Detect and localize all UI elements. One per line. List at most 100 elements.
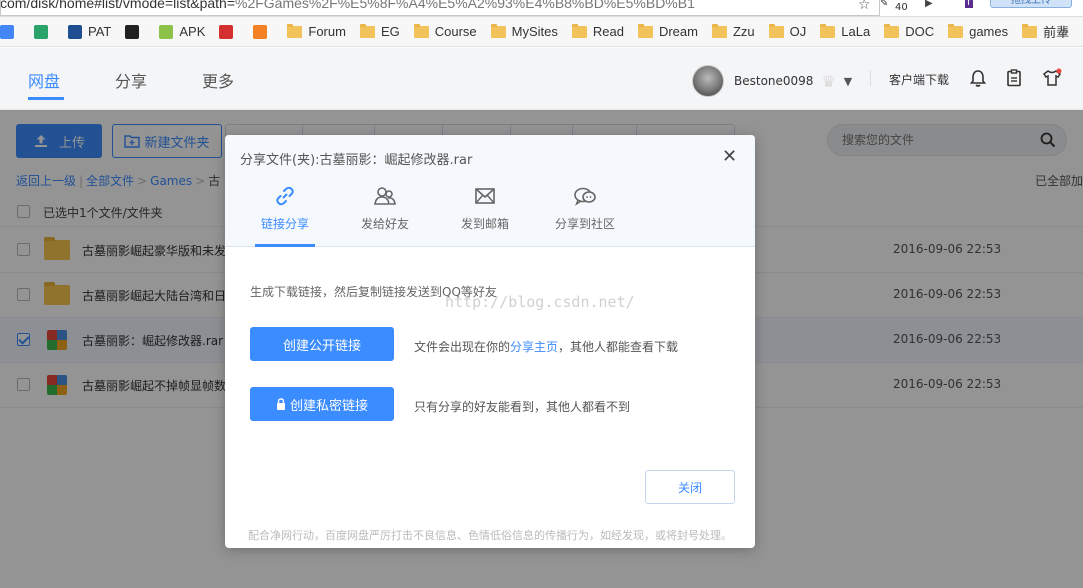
chat-bubbles-icon bbox=[574, 187, 596, 206]
bookmark-item[interactable] bbox=[0, 24, 20, 39]
public-note-prefix: 文件会出现在你的 bbox=[414, 340, 511, 354]
dialog-title: 分享文件(夹):古墓丽影：崛起修改器.rar bbox=[240, 153, 473, 168]
bookmark-item[interactable] bbox=[125, 24, 145, 39]
tab-send-friend-label: 发给好友 bbox=[360, 217, 409, 231]
folder-icon bbox=[711, 23, 727, 38]
bookmark-item[interactable]: Zzu bbox=[711, 23, 755, 39]
create-public-link-label: 创建公开链接 bbox=[282, 338, 361, 354]
bookmark-item[interactable]: LaLa bbox=[820, 23, 871, 39]
vip-crown-icon: ♛ bbox=[821, 71, 836, 91]
app-header: 网盘 分享 更多 Bestone0098 ♛ ▼ 客户端下载 bbox=[0, 48, 1083, 110]
bookmarks-overflow-icon[interactable]: » bbox=[1060, 24, 1069, 40]
folder-icon bbox=[884, 23, 900, 38]
create-private-link-label: 创建私密链接 bbox=[289, 398, 368, 414]
bookmark-label: Read bbox=[592, 24, 624, 39]
public-link-note: 文件会出现在你的分享主页，其他人都能查看下载 bbox=[414, 338, 678, 355]
bookmark-item[interactable]: games bbox=[948, 23, 1009, 39]
bookmark-label: APK bbox=[179, 24, 206, 39]
chevron-down-icon[interactable]: ▼ bbox=[844, 75, 852, 88]
nav-active-underline bbox=[28, 97, 64, 100]
clipboard-icon[interactable] bbox=[1004, 68, 1024, 88]
close-icon[interactable]: ✕ bbox=[722, 148, 737, 166]
tab-link-share-label: 链接分享 bbox=[260, 217, 309, 231]
dialog-footer-notice: 配合净网行动，百度网盘严厉打击不良信息、色情低俗信息的传播行为，如经发现，或将封… bbox=[248, 529, 732, 542]
folder-icon bbox=[359, 23, 375, 38]
private-link-note: 只有分享的好友能看到，其他人都看不到 bbox=[414, 400, 631, 414]
folder-icon bbox=[287, 23, 303, 38]
android-icon bbox=[159, 24, 174, 39]
bookmark-label: MySites bbox=[511, 24, 558, 39]
create-public-link-button[interactable]: 创建公开链接 bbox=[250, 327, 394, 361]
folder-icon bbox=[413, 23, 429, 38]
tab-share-community[interactable]: 分享到社区 bbox=[540, 185, 630, 232]
share-dialog: 分享文件(夹):古墓丽影：崛起修改器.rar ✕ 链接分享 发给好友 发到邮箱 … bbox=[225, 135, 755, 548]
folder-icon bbox=[490, 23, 506, 38]
username[interactable]: Bestone0098 bbox=[734, 74, 813, 88]
tab-link-share[interactable]: 链接分享 bbox=[240, 185, 330, 232]
tab-send-friend[interactable]: 发给好友 bbox=[340, 185, 430, 232]
client-download-link[interactable]: 客户端下载 bbox=[889, 71, 949, 88]
s-icon bbox=[34, 24, 48, 39]
blog-watermark: http://blog.csdn.net/ bbox=[445, 293, 635, 311]
bookmark-item[interactable]: Read bbox=[571, 23, 624, 39]
bookmark-label: LaLa bbox=[841, 24, 871, 39]
avatar[interactable] bbox=[692, 65, 724, 97]
address-frame bbox=[0, 0, 880, 16]
folder-icon bbox=[948, 23, 964, 38]
bookmark-item[interactable]: Course bbox=[413, 23, 477, 39]
github-icon bbox=[125, 24, 140, 39]
bookmark-label: Zzu bbox=[732, 24, 755, 39]
bookmark-item[interactable]: Dream bbox=[637, 23, 698, 39]
active-tab-underline bbox=[255, 244, 315, 247]
extension-icon[interactable]: ✎ bbox=[880, 0, 888, 9]
share-dialog-header: 分享文件(夹):古墓丽影：崛起修改器.rar ✕ 链接分享 发给好友 发到邮箱 … bbox=[225, 135, 755, 247]
bookmark-item[interactable]: OJ bbox=[768, 23, 806, 39]
folder-icon bbox=[1022, 23, 1038, 38]
apps-icon bbox=[0, 24, 14, 39]
tab-send-email-label: 发到邮箱 bbox=[460, 217, 509, 231]
bookmark-item[interactable] bbox=[34, 24, 54, 39]
bookmark-label: Dream bbox=[658, 24, 698, 39]
folder-icon bbox=[820, 23, 836, 38]
mail-icon bbox=[475, 188, 495, 204]
extension-f-icon[interactable]: f bbox=[965, 0, 973, 8]
tab-share-community-label: 分享到社区 bbox=[554, 217, 615, 231]
bookmark-item[interactable] bbox=[219, 24, 239, 39]
dialog-close-button[interactable]: 关闭 bbox=[645, 470, 735, 504]
bookmark-label: DOC bbox=[905, 24, 935, 39]
bookmark-item[interactable] bbox=[253, 24, 273, 39]
bookmark-label: Forum bbox=[308, 24, 346, 39]
folder-icon bbox=[637, 23, 653, 38]
bookmarks-bar: PAT APK Forum EG Course MySites Read Dream Zzu OJ… bbox=[0, 17, 1083, 47]
folder-icon bbox=[768, 23, 784, 38]
bookmark-item[interactable]: Forum bbox=[287, 23, 346, 39]
user-menu[interactable]: Bestone0098 ♛ ▼ bbox=[692, 65, 852, 97]
bookmark-label: Course bbox=[434, 24, 477, 39]
nav-share[interactable]: 分享 bbox=[115, 68, 147, 92]
stackoverflow-icon bbox=[253, 24, 268, 39]
tshirt-icon[interactable] bbox=[1042, 68, 1062, 88]
bookmark-item[interactable]: MySites bbox=[490, 23, 558, 39]
lock-icon bbox=[276, 398, 285, 410]
bookmark-star-icon[interactable]: ☆ bbox=[858, 0, 871, 13]
address-bar[interactable]: com/disk/home#list/vmode=list&path=%2FGa… bbox=[0, 0, 1083, 17]
pat-icon bbox=[68, 24, 82, 39]
bookmark-item[interactable]: PAT bbox=[68, 24, 111, 39]
tab-send-email[interactable]: 发到邮箱 bbox=[440, 185, 530, 232]
create-private-link-button[interactable]: 创建私密链接 bbox=[250, 387, 394, 421]
bookmark-item[interactable]: DOC bbox=[884, 23, 935, 39]
bookmark-label: PAT bbox=[88, 24, 112, 39]
extension-arrow-icon[interactable]: ▶ bbox=[925, 0, 933, 9]
nav-netdisk[interactable]: 网盘 bbox=[28, 68, 60, 92]
bookmark-item[interactable]: EG bbox=[359, 23, 400, 39]
extension-badge: 40 bbox=[895, 2, 908, 13]
nav-more[interactable]: 更多 bbox=[202, 68, 234, 92]
bookmark-item[interactable]: APK bbox=[159, 24, 205, 39]
c-icon bbox=[219, 24, 234, 39]
link-icon bbox=[276, 186, 294, 206]
bookmark-label: EG bbox=[380, 24, 400, 39]
bookmark-label: games bbox=[969, 24, 1009, 39]
friends-icon bbox=[374, 187, 396, 205]
bell-icon[interactable] bbox=[968, 68, 988, 88]
share-homepage-link[interactable]: 分享主页 bbox=[510, 340, 558, 354]
